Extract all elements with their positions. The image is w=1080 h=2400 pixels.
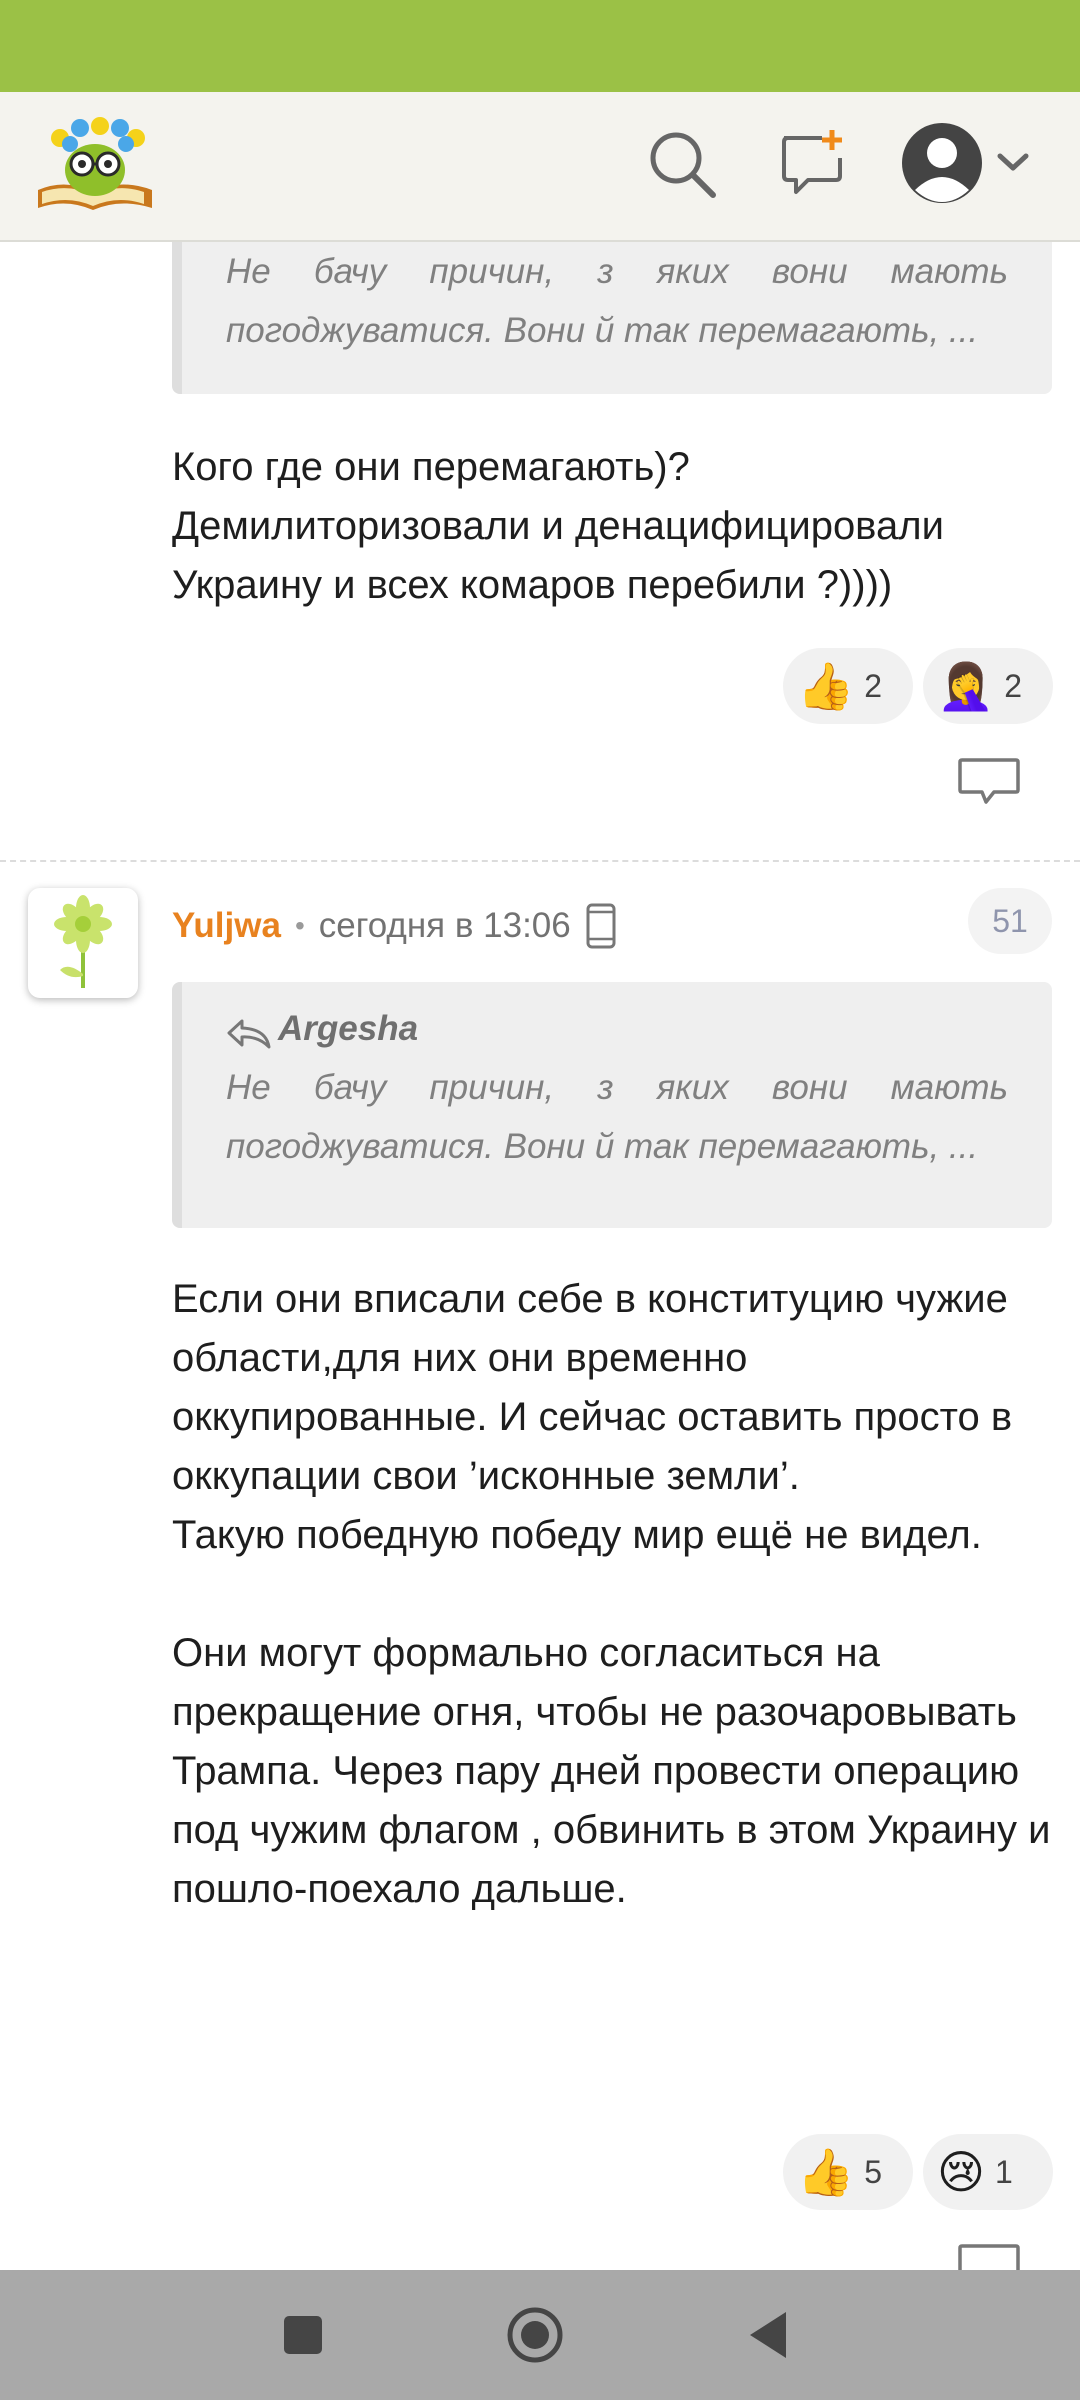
quote-text: Не бачу причин, з яких вони мають погодж… bbox=[226, 252, 1008, 350]
back-icon[interactable] bbox=[736, 2302, 802, 2368]
reaction-like[interactable]: 👍 2 bbox=[783, 648, 913, 724]
home-icon[interactable] bbox=[502, 2302, 568, 2368]
avatar[interactable] bbox=[28, 888, 138, 998]
quote-block: Не бачу причин, з яких вони мають погодж… bbox=[172, 242, 1052, 394]
reaction-sad[interactable]: 😢 1 bbox=[923, 2134, 1053, 2210]
top-bar bbox=[0, 92, 1080, 242]
reply-arrow-icon bbox=[226, 1011, 272, 1049]
reaction-like[interactable]: 👍 5 bbox=[783, 2134, 913, 2210]
profile-menu-button[interactable] bbox=[900, 120, 1040, 206]
reply-icon[interactable] bbox=[956, 754, 1022, 810]
logo-icon[interactable] bbox=[30, 106, 160, 220]
comment-divider bbox=[0, 860, 1080, 862]
facepalm-icon: 🤦‍♀️ bbox=[937, 660, 995, 712]
reaction-count: 2 bbox=[864, 667, 883, 704]
comment-meta: Yuljwa • сегодня в 13:06 bbox=[172, 894, 617, 958]
thumbs-up-icon: 👍 bbox=[797, 660, 855, 712]
separator: • bbox=[294, 910, 305, 941]
status-bar bbox=[0, 0, 1080, 92]
quote-text: Не бачу причин, з яких вони мають погодж… bbox=[226, 1068, 1008, 1166]
system-nav-bar bbox=[0, 2270, 1080, 2400]
comment-text: Кого где они перемагають)? Демилиторизов… bbox=[172, 445, 944, 607]
comments-feed: Не бачу причин, з яких вони мають погодж… bbox=[0, 242, 1080, 2270]
reaction-facepalm[interactable]: 🤦‍♀️ 2 bbox=[923, 648, 1053, 724]
reply-icon[interactable] bbox=[956, 2240, 1022, 2270]
quote-author[interactable]: Argesha bbox=[226, 1000, 1008, 1058]
comment-number[interactable]: 51 bbox=[968, 888, 1052, 954]
reaction-count: 5 bbox=[864, 2153, 883, 2190]
timestamp: сегодня в 13:06 bbox=[318, 906, 571, 945]
comment-text: Если они вписали себе в конституцию чужи… bbox=[172, 1277, 1051, 1911]
reaction-count: 2 bbox=[1004, 667, 1023, 704]
quote-author-name: Argesha bbox=[278, 1009, 419, 1048]
quote-block: Argesha Не бачу причин, з яких вони мают… bbox=[172, 982, 1052, 1228]
mobile-device-icon bbox=[585, 903, 617, 949]
crying-face-icon: 😢 bbox=[937, 2146, 985, 2198]
thumbs-up-icon: 👍 bbox=[797, 2146, 855, 2198]
username[interactable]: Yuljwa bbox=[172, 906, 281, 946]
reaction-count: 1 bbox=[994, 2153, 1013, 2190]
recent-apps-icon[interactable] bbox=[270, 2302, 336, 2368]
search-icon[interactable] bbox=[646, 128, 718, 200]
new-post-icon[interactable] bbox=[778, 128, 850, 200]
